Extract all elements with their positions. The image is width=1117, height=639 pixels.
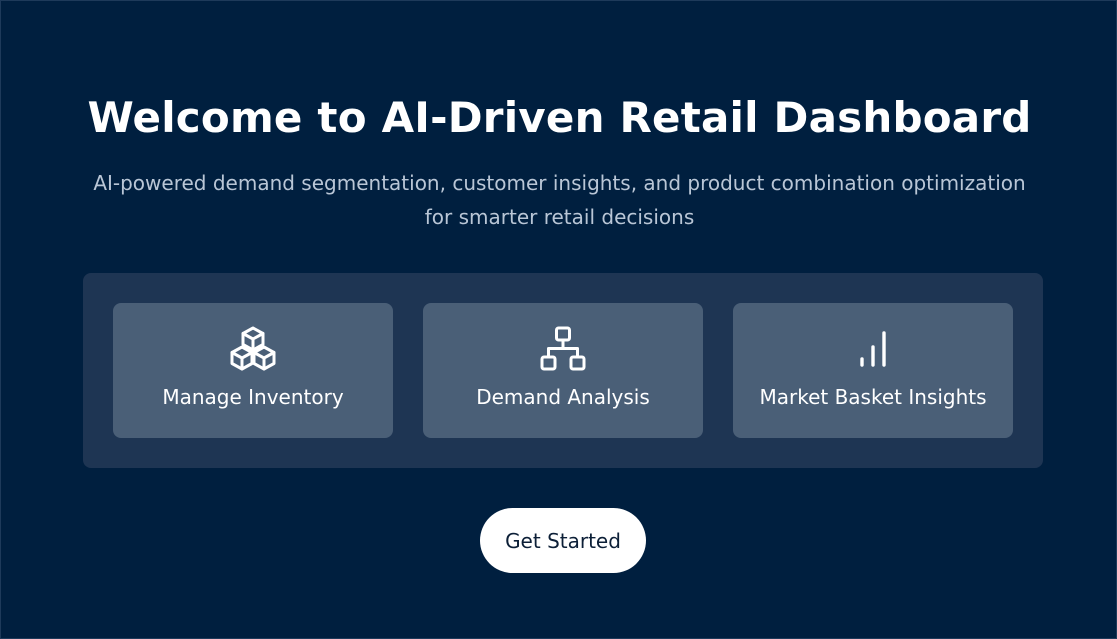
- page-subtitle: AI-powered demand segmentation, customer…: [93, 171, 1026, 229]
- get-started-button[interactable]: Get Started: [480, 508, 646, 573]
- manage-inventory-label: Manage Inventory: [162, 385, 344, 409]
- page-title: Welcome to AI-Driven Retail Dashboard: [87, 93, 1032, 142]
- demand-analysis-label: Demand Analysis: [476, 385, 650, 409]
- market-basket-insights-label: Market Basket Insights: [759, 385, 987, 409]
- sitemap-icon: [423, 325, 703, 373]
- demand-analysis-card[interactable]: Demand Analysis: [423, 303, 703, 438]
- manage-inventory-card[interactable]: Manage Inventory: [113, 303, 393, 438]
- bar-chart-icon: [733, 325, 1013, 373]
- features-panel: Manage Inventory Demand Analysis Market …: [83, 273, 1043, 468]
- cubes-icon: [113, 325, 393, 373]
- market-basket-insights-card[interactable]: Market Basket Insights: [733, 303, 1013, 438]
